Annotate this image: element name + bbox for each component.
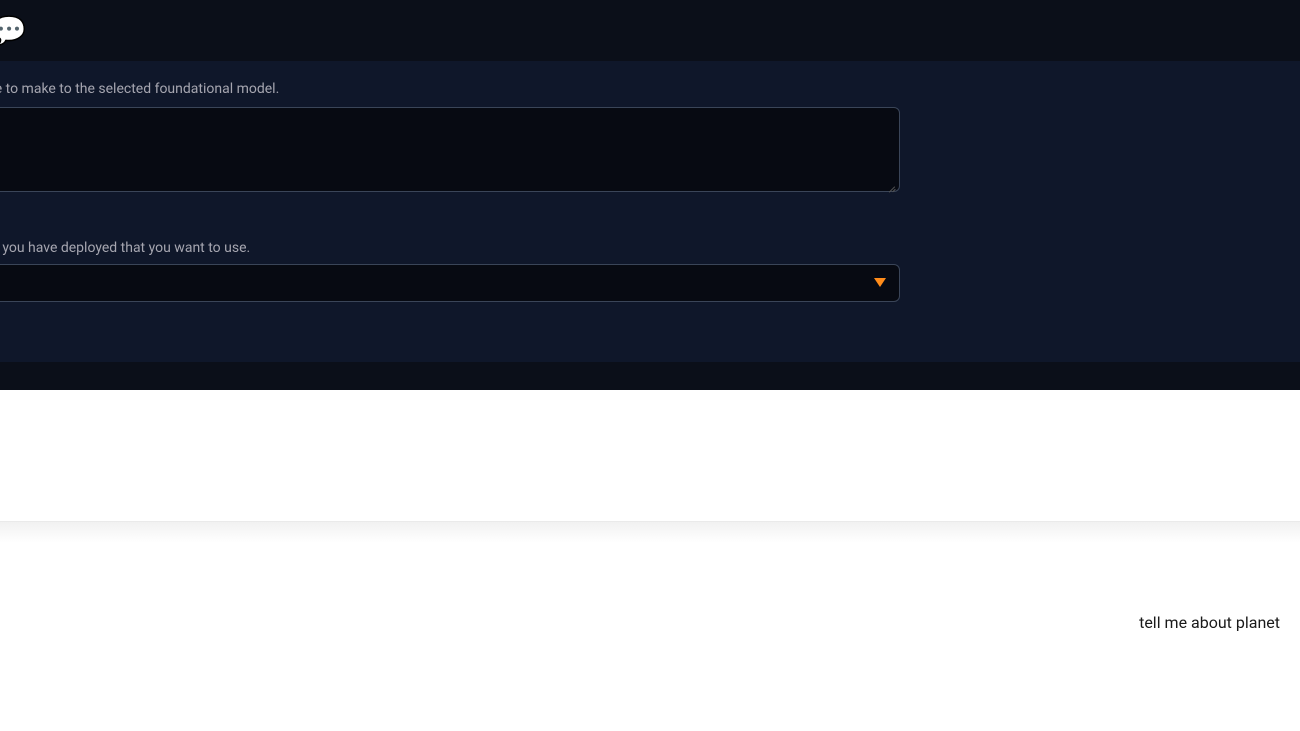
model-label: del (0, 220, 1300, 238)
header: dio 💬 (0, 0, 1300, 61)
user-message: tell me about planet (0, 543, 1300, 662)
chat-bubble-icon: 💬 (0, 14, 27, 47)
message-divider (0, 521, 1300, 543)
modifications-field: would like to make to the selected found… (0, 81, 1300, 196)
app-title: dio 💬 (0, 13, 27, 48)
model-select-wrapper: t (0, 264, 900, 302)
model-select[interactable]: t (0, 264, 900, 302)
modifications-description: would like to make to the selected found… (0, 81, 1300, 97)
panel-divider (0, 362, 1300, 390)
bot-avatar-row: 🤖 (0, 414, 1300, 442)
modifications-input-wrapper (0, 107, 900, 196)
config-panel: would like to make to the selected found… (0, 61, 1300, 362)
chat-area: 🤖 tudio! (0, 390, 1300, 521)
model-field: del del which you have deployed that you… (0, 220, 1300, 302)
modifications-input[interactable] (0, 107, 900, 192)
bot-message: tudio! (0, 452, 1300, 521)
model-description: del which you have deployed that you wan… (0, 240, 1300, 256)
